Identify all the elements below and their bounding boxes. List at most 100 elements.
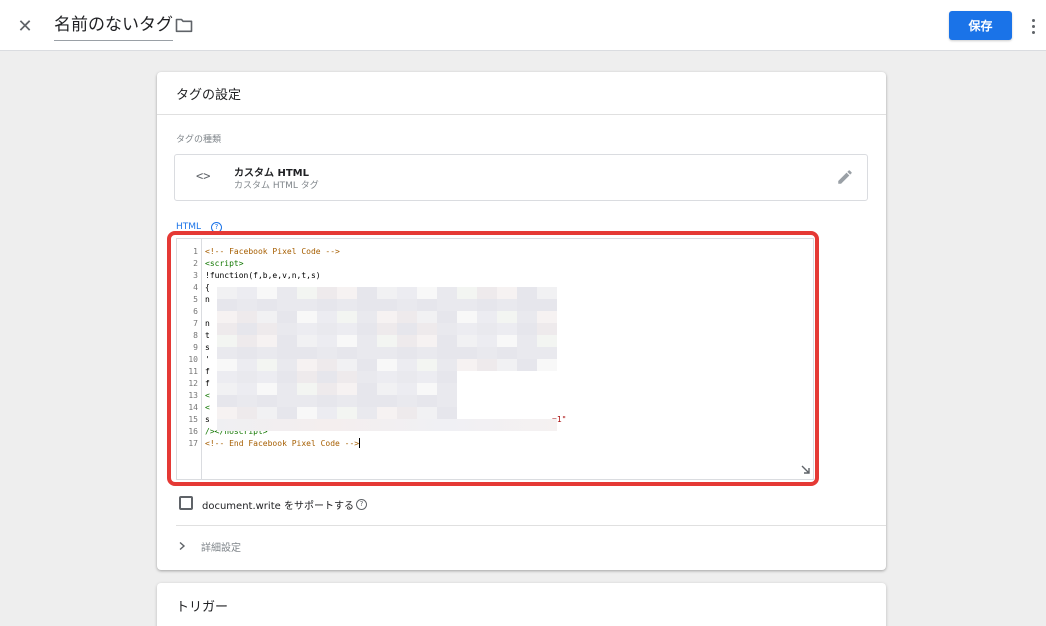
- redaction-block: [397, 383, 417, 395]
- redaction-block: [217, 299, 237, 311]
- line-number: 4: [193, 283, 198, 292]
- redaction-block: [377, 359, 397, 371]
- redaction-block: [397, 359, 417, 371]
- redaction-block: [517, 323, 537, 335]
- redaction-block: [297, 371, 317, 383]
- line-number: 9: [193, 343, 198, 352]
- redaction-block: [277, 323, 297, 335]
- redaction-block: [337, 299, 357, 311]
- document-write-checkbox[interactable]: [179, 496, 193, 510]
- redaction-block: [397, 311, 417, 323]
- code-line: 2 <script>: [177, 258, 813, 270]
- redaction-block: [437, 407, 457, 419]
- redaction-block: [297, 383, 317, 395]
- redaction-block: [497, 323, 517, 335]
- folder-icon[interactable]: [175, 17, 193, 33]
- redaction-block: [237, 287, 257, 299]
- line-text: f: [205, 367, 210, 376]
- redaction-block: [437, 395, 457, 407]
- redaction-block: [397, 323, 417, 335]
- redaction-block: [277, 383, 297, 395]
- redaction-block: [217, 311, 237, 323]
- redaction-block: [257, 311, 277, 323]
- redaction-block: [317, 287, 337, 299]
- redaction-block: [417, 311, 437, 323]
- resize-handle-icon[interactable]: [800, 464, 811, 475]
- redaction-block: [277, 287, 297, 299]
- redaction-block: [377, 347, 397, 359]
- line-number: 17: [188, 439, 198, 448]
- redaction-block: [217, 359, 237, 371]
- redaction-block: [357, 347, 377, 359]
- redaction-block: [237, 395, 257, 407]
- help-icon[interactable]: ?: [211, 222, 222, 233]
- redaction-block: [397, 395, 417, 407]
- redaction-block: [397, 347, 417, 359]
- tag-name-input[interactable]: 名前のないタグ: [54, 11, 173, 41]
- line-number: 6: [193, 307, 198, 316]
- redaction-block: [397, 371, 417, 383]
- redaction-block: [277, 359, 297, 371]
- redaction-block: [237, 311, 257, 323]
- redaction-block: [497, 311, 517, 323]
- line-text: <: [205, 391, 210, 400]
- redaction-block: [457, 287, 477, 299]
- redaction-block: [537, 299, 557, 311]
- line-text: t: [205, 331, 210, 340]
- redaction-block: [517, 335, 537, 347]
- pencil-icon[interactable]: [836, 168, 854, 186]
- redaction-block: [377, 383, 397, 395]
- redaction-block: [457, 299, 477, 311]
- redaction-block: [457, 335, 477, 347]
- card-header: タグの設定: [157, 72, 886, 115]
- line-text: <!-- End Facebook Pixel Code -->: [205, 438, 361, 448]
- line-number: 16: [188, 427, 198, 436]
- redaction-block: [257, 287, 277, 299]
- redaction-block: [357, 311, 377, 323]
- redaction-block: [277, 347, 297, 359]
- line-text: ': [205, 355, 210, 364]
- more-vert-icon[interactable]: [1026, 14, 1040, 38]
- advanced-settings-toggle[interactable]: 詳細設定: [177, 538, 241, 554]
- redaction-block: [397, 299, 417, 311]
- redacted-code-area: [217, 287, 557, 431]
- help-icon[interactable]: ?: [356, 499, 367, 510]
- document-write-label: document.write をサポートする: [202, 501, 354, 512]
- html-code-editor[interactable]: 1 <!-- Facebook Pixel Code --> 2 <script> 3!…: [176, 238, 814, 480]
- redaction-block: [377, 371, 397, 383]
- redaction-block: [257, 299, 277, 311]
- redaction-block: [237, 323, 257, 335]
- redaction-block: [297, 311, 317, 323]
- redaction-block: [437, 359, 457, 371]
- redaction-block: [477, 359, 497, 371]
- redaction-block: [217, 347, 237, 359]
- top-bar: ✕ 名前のないタグ 保存: [0, 0, 1046, 51]
- save-button[interactable]: 保存: [949, 11, 1012, 40]
- tag-type-selector[interactable]: <> カスタム HTML カスタム HTML タグ: [174, 154, 868, 201]
- redaction-block: [497, 287, 517, 299]
- line-text: s =1": [205, 415, 567, 424]
- redaction-block: [417, 359, 437, 371]
- trigger-card: トリガー: [157, 583, 886, 626]
- redaction-block: [357, 395, 377, 407]
- redaction-block: [477, 323, 497, 335]
- redaction-block: [317, 407, 337, 419]
- redaction-block: [237, 371, 257, 383]
- redaction-block: [497, 359, 517, 371]
- redaction-block: [317, 395, 337, 407]
- close-icon[interactable]: ✕: [12, 13, 38, 39]
- redaction-block: [257, 371, 277, 383]
- redaction-block: [297, 407, 317, 419]
- redaction-block: [377, 287, 397, 299]
- redaction-block: [317, 335, 337, 347]
- redaction-block: [297, 347, 317, 359]
- redaction-block: [257, 395, 277, 407]
- redaction-block: [397, 335, 417, 347]
- redaction-block: [237, 383, 257, 395]
- redaction-block: [237, 299, 257, 311]
- redaction-block: [377, 395, 397, 407]
- redaction-block: [377, 335, 397, 347]
- tag-config-card: タグの設定 タグの種類 <> カスタム HTML カスタム HTML タグ HT…: [157, 72, 886, 570]
- tag-type-label: タグの種類: [176, 135, 222, 145]
- redaction-block: [357, 299, 377, 311]
